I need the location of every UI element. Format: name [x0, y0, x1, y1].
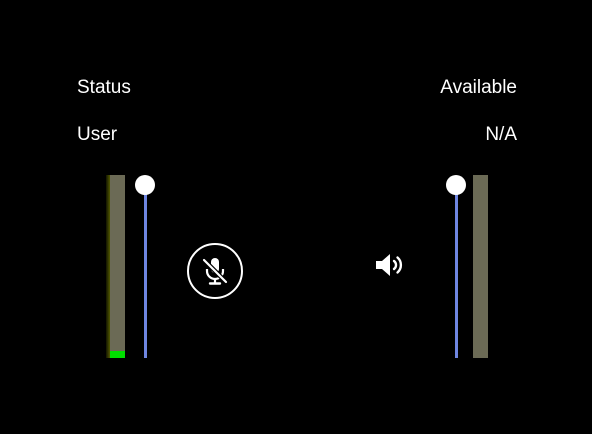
status-label: Status — [77, 77, 131, 98]
speaker-glyph — [376, 254, 403, 276]
speaker-level-meter — [473, 175, 488, 358]
speaker-slider-track[interactable] — [455, 183, 458, 358]
speaker-volume-slider[interactable] — [445, 175, 467, 358]
microphone-slider-thumb[interactable] — [135, 175, 155, 195]
microphone-volume-slider[interactable] — [134, 175, 156, 358]
microphone-meter-glow — [106, 175, 110, 358]
status-value: Available — [440, 77, 517, 98]
user-label: User — [77, 124, 118, 145]
user-value: N/A — [485, 124, 517, 145]
speaker-slider-thumb[interactable] — [446, 175, 466, 195]
microphone-slash-icon — [201, 257, 229, 285]
audio-panel: Status Available User N/A — [0, 0, 592, 434]
microphone-level-meter — [106, 175, 125, 358]
microphone-level-fill — [110, 350, 125, 358]
speaker-volume-icon[interactable] — [374, 252, 406, 278]
microphone-slider-track[interactable] — [144, 183, 147, 358]
mute-microphone-button[interactable] — [187, 243, 243, 299]
